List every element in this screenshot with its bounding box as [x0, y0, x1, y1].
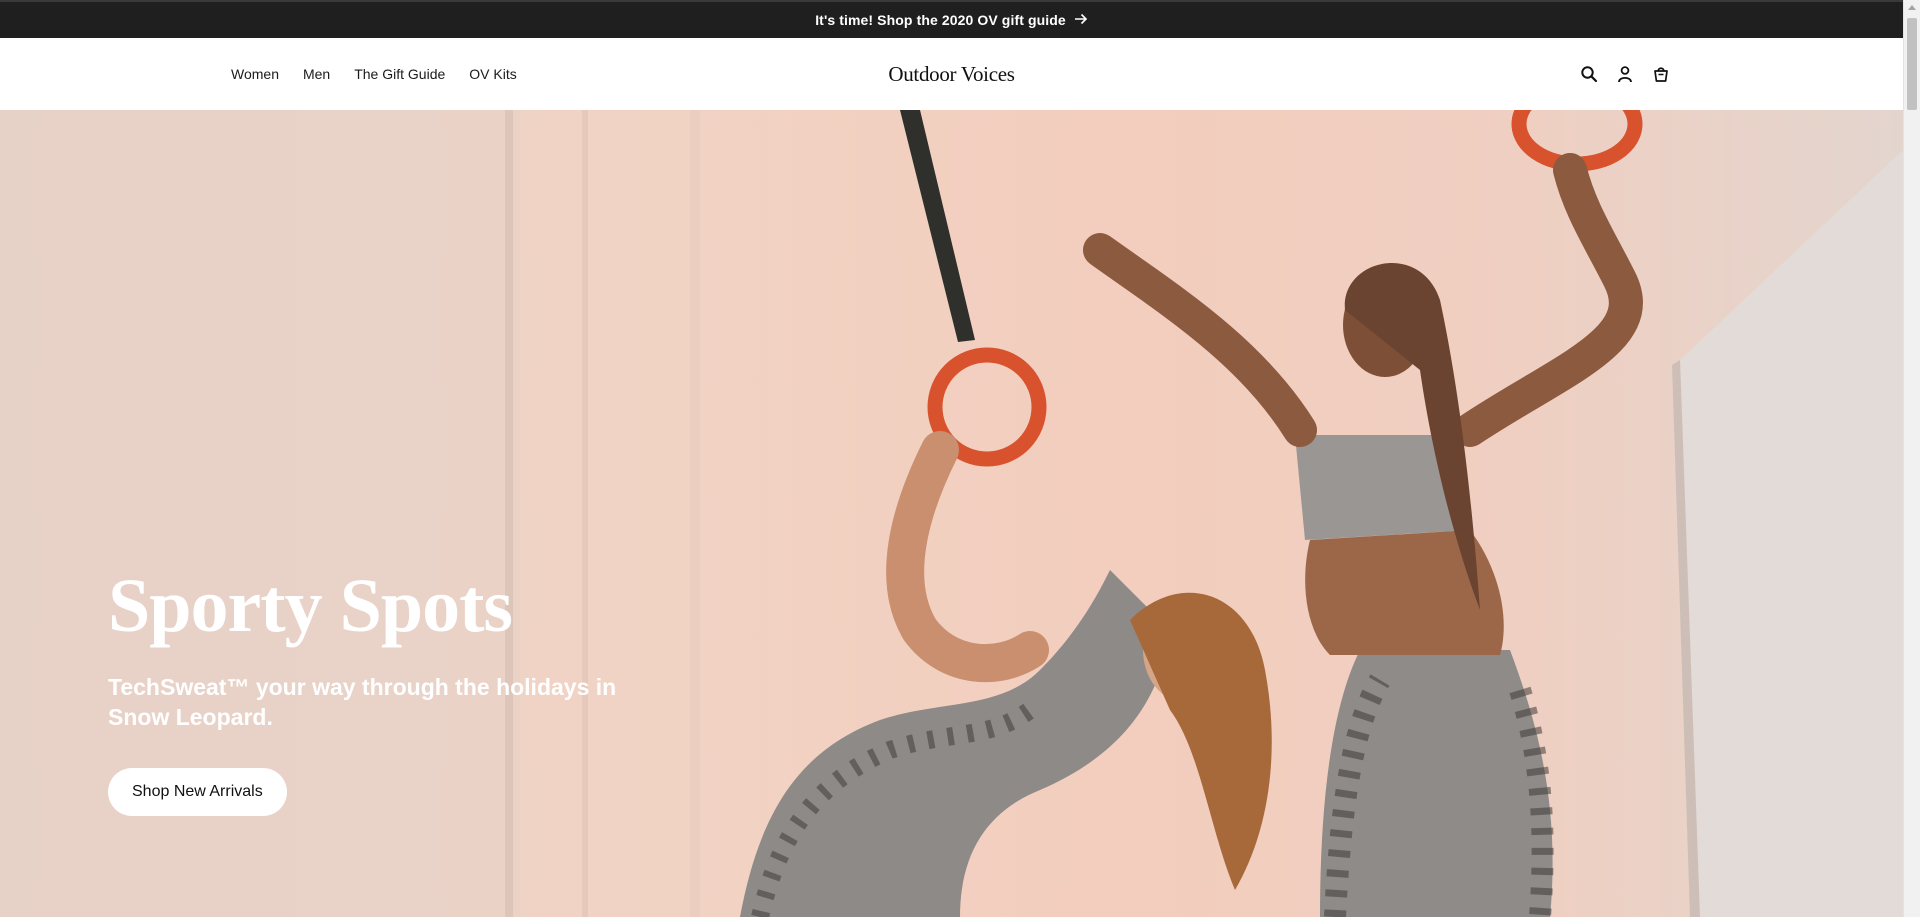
hero-content: Sporty Spots TechSweat™ your way through…	[108, 568, 708, 816]
main-nav: Women Men The Gift Guide OV Kits	[231, 38, 517, 110]
scrollbar-thumb[interactable]	[1907, 18, 1917, 110]
nav-item-gift-guide[interactable]: The Gift Guide	[354, 66, 445, 82]
brand-logo[interactable]: Outdoor Voices	[888, 62, 1015, 87]
scroll-up-icon[interactable]	[1908, 5, 1916, 10]
shop-new-arrivals-button[interactable]: Shop New Arrivals	[108, 768, 287, 816]
site-header: Women Men The Gift Guide OV Kits Outdoor…	[0, 38, 1903, 110]
hero-subtitle: TechSweat™ your way through the holidays…	[108, 674, 617, 730]
arrow-right-icon	[1074, 12, 1088, 28]
announcement-text: It's time! Shop the 2020 OV gift guide	[815, 12, 1066, 28]
header-icons	[1580, 38, 1670, 110]
announcement-link[interactable]: It's time! Shop the 2020 OV gift guide	[815, 12, 1088, 28]
announcement-bar: It's time! Shop the 2020 OV gift guide	[0, 0, 1903, 38]
page: It's time! Shop the 2020 OV gift guide W…	[0, 0, 1920, 917]
page-scrollbar[interactable]	[1903, 0, 1920, 917]
nav-item-women[interactable]: Women	[231, 66, 279, 82]
hero-title: Sporty Spots	[108, 564, 513, 648]
cart-icon[interactable]	[1652, 65, 1670, 83]
nav-item-ov-kits[interactable]: OV Kits	[469, 66, 516, 82]
nav-item-men[interactable]: Men	[303, 66, 330, 82]
account-icon[interactable]	[1616, 65, 1634, 83]
hero-banner: Sporty Spots TechSweat™ your way through…	[0, 110, 1903, 917]
search-icon[interactable]	[1580, 65, 1598, 83]
